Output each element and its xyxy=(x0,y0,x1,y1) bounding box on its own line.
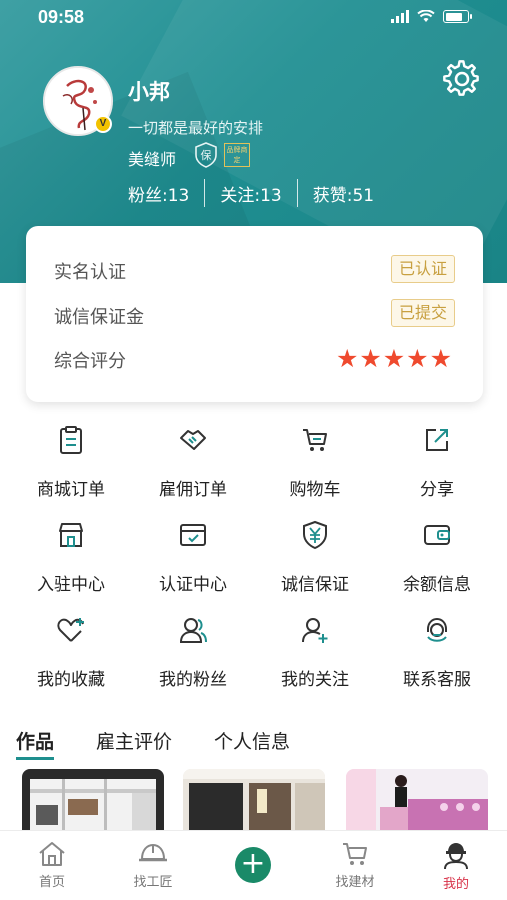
grid-item-entry-center[interactable]: 入驻中心 xyxy=(10,520,132,595)
tab-employer-reviews[interactable]: 雇主评价 xyxy=(96,727,172,754)
content-tabs: 作品 雇主评价 个人信息 xyxy=(16,727,332,760)
nav-label: 我的 xyxy=(442,877,469,892)
grid-item-label: 联系客服 xyxy=(403,670,471,690)
heart-icon xyxy=(57,618,84,642)
shield-badge-icon: 保 xyxy=(195,142,217,168)
deposit-label: 诚信保证金 xyxy=(54,307,144,328)
cart-icon xyxy=(343,843,367,865)
grid-item-hire-orders[interactable]: 雇佣订单 xyxy=(132,425,254,500)
verified-badge: V xyxy=(94,115,112,133)
profile-stats: 粉丝:13 关注:13 获赞:51 xyxy=(128,179,374,207)
nav-home[interactable]: 首页 xyxy=(12,841,92,890)
real-name-status-tag: 已认证 xyxy=(390,255,455,283)
nav-label: 找建材 xyxy=(335,875,375,890)
nav-mine[interactable]: 我的 xyxy=(416,841,496,892)
grid-item-label: 我的粉丝 xyxy=(159,670,227,690)
clipboard-icon xyxy=(60,426,82,454)
wifi-icon xyxy=(417,10,435,22)
grid-item-cart[interactable]: 购物车 xyxy=(254,425,376,500)
grid-item-my-fans[interactable]: 我的粉丝 xyxy=(132,615,254,690)
nav-label: 首页 xyxy=(38,875,65,890)
cart-icon xyxy=(303,429,327,451)
grid-item-mall-orders[interactable]: 商城订单 xyxy=(10,425,132,500)
worker-icon xyxy=(444,843,468,869)
add-button[interactable]: + xyxy=(235,847,271,883)
profile-motto: 一切都是最好的安排 xyxy=(128,119,264,137)
grid-item-label: 认证中心 xyxy=(159,575,227,595)
work-thumbnail[interactable] xyxy=(22,769,164,837)
brand-badge: 品牌商定 xyxy=(224,143,250,167)
shield-badge-text: 保 xyxy=(201,148,212,162)
nav-label: 找工匠 xyxy=(133,875,173,890)
signal-icon xyxy=(391,10,409,23)
grid-item-label: 诚信保证 xyxy=(281,575,349,595)
yuan-shield-icon xyxy=(303,520,327,550)
share-icon xyxy=(426,429,448,451)
work-thumbnail[interactable] xyxy=(183,769,325,837)
fans-icon xyxy=(179,618,207,643)
tab-works[interactable]: 作品 xyxy=(16,727,55,760)
status-icons xyxy=(391,10,472,23)
profile-name: 小邦 xyxy=(128,80,170,104)
wallet-icon xyxy=(424,525,450,545)
grid-item-label: 购物车 xyxy=(289,480,341,500)
home-icon xyxy=(39,842,65,866)
grid-item-share[interactable]: 分享 xyxy=(376,425,498,500)
real-name-label: 实名认证 xyxy=(54,262,126,283)
battery-icon xyxy=(443,10,472,23)
rating-label: 综合评分 xyxy=(54,351,126,372)
nav-find-craftsman[interactable]: 找工匠 xyxy=(113,841,193,890)
grid-item-label: 我的关注 xyxy=(281,670,349,690)
follow-icon xyxy=(302,618,328,643)
grid-item-certification-center[interactable]: 认证中心 xyxy=(132,520,254,595)
handshake-icon xyxy=(180,430,206,450)
grid-item-favorites[interactable]: 我的收藏 xyxy=(10,615,132,690)
profile-role: 美缝师 xyxy=(128,150,177,169)
grid-item-balance-info[interactable]: 余额信息 xyxy=(376,520,498,595)
work-image-hallway xyxy=(183,769,325,837)
stats-divider xyxy=(204,179,206,207)
rating-stars: ★★★★★ xyxy=(335,344,453,373)
headset-icon xyxy=(427,617,447,642)
deposit-status-tag: 已提交 xyxy=(390,299,455,327)
certificate-icon xyxy=(180,524,206,546)
settings-gear-icon[interactable] xyxy=(443,60,481,98)
likes-count[interactable]: 获赞:51 xyxy=(313,181,374,206)
nav-find-materials[interactable]: 找建材 xyxy=(315,841,395,890)
store-icon xyxy=(59,523,83,547)
grid-item-customer-service[interactable]: 联系客服 xyxy=(376,615,498,690)
tab-personal-info[interactable]: 个人信息 xyxy=(214,727,290,754)
grid-item-label: 商城订单 xyxy=(37,480,105,500)
helmet-icon xyxy=(139,843,167,862)
work-image-wardrobe xyxy=(22,769,164,837)
grid-item-label: 入驻中心 xyxy=(37,575,105,595)
grid-item-label: 雇佣订单 xyxy=(159,480,227,500)
grid-item-integrity-guarantee[interactable]: 诚信保证 xyxy=(254,520,376,595)
following-count[interactable]: 关注:13 xyxy=(220,181,281,206)
grid-item-label: 余额信息 xyxy=(403,575,471,595)
status-bar: 09:58 xyxy=(0,0,507,36)
stats-divider xyxy=(296,179,298,207)
work-image-pink-room xyxy=(346,769,488,837)
status-time: 09:58 xyxy=(38,7,85,27)
grid-item-my-following[interactable]: 我的关注 xyxy=(254,615,376,690)
verification-card: 实名认证 已认证 诚信保证金 已提交 综合评分 ★★★★★ xyxy=(26,226,483,402)
grid-item-label: 分享 xyxy=(420,480,454,500)
fans-count[interactable]: 粉丝:13 xyxy=(128,181,189,206)
work-thumbnail[interactable] xyxy=(346,769,488,837)
grid-item-label: 我的收藏 xyxy=(37,670,105,690)
